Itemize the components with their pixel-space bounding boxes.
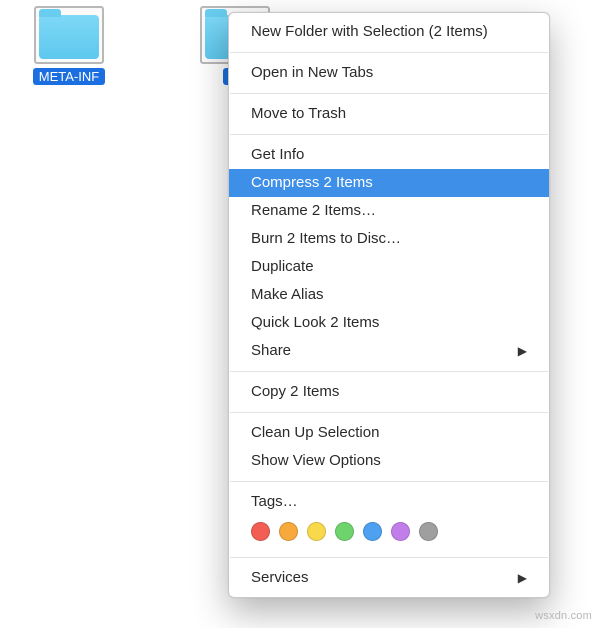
- menu-item-label: Quick Look 2 Items: [251, 313, 379, 333]
- tag-dot-icon[interactable]: [335, 522, 354, 541]
- menu-separator: [230, 52, 548, 53]
- chevron-right-icon: ▶: [518, 568, 527, 588]
- menu-item-label: Open in New Tabs: [251, 63, 373, 83]
- tag-dot-icon[interactable]: [391, 522, 410, 541]
- menu-item-label: Copy 2 Items: [251, 382, 339, 402]
- context-menu: New Folder with Selection (2 Items) Open …: [228, 12, 550, 598]
- menu-separator: [230, 93, 548, 94]
- menu-item-label: Move to Trash: [251, 104, 346, 124]
- menu-item[interactable]: Copy 2 Items: [229, 378, 549, 406]
- menu-item[interactable]: Rename 2 Items…: [229, 197, 549, 225]
- menu-item[interactable]: Clean Up Selection: [229, 419, 549, 447]
- tag-dot-icon[interactable]: [419, 522, 438, 541]
- tag-dot-icon[interactable]: [307, 522, 326, 541]
- menu-item-label: Compress 2 Items: [251, 173, 373, 193]
- menu-item[interactable]: Show View Options: [229, 447, 549, 475]
- menu-separator: [230, 134, 548, 135]
- menu-item-label: Show View Options: [251, 451, 381, 471]
- menu-separator: [230, 412, 548, 413]
- menu-item-label: Rename 2 Items…: [251, 201, 376, 221]
- folder-icon: [34, 6, 104, 64]
- folder-label: META-INF: [33, 68, 105, 85]
- menu-item[interactable]: Tags…: [229, 488, 549, 516]
- menu-item[interactable]: New Folder with Selection (2 Items): [229, 18, 549, 46]
- menu-item-label: Make Alias: [251, 285, 324, 305]
- menu-item-label: Services: [251, 568, 309, 588]
- menu-item[interactable]: Move to Trash: [229, 100, 549, 128]
- menu-separator: [230, 481, 548, 482]
- tag-dot-icon[interactable]: [251, 522, 270, 541]
- menu-item-label: Clean Up Selection: [251, 423, 379, 443]
- folder-item[interactable]: META-INF: [24, 6, 114, 85]
- tags-row: [229, 516, 549, 551]
- menu-item[interactable]: Burn 2 Items to Disc…: [229, 225, 549, 253]
- menu-item[interactable]: Compress 2 Items: [229, 169, 549, 197]
- watermark-text: wsxdn.com: [535, 610, 592, 622]
- menu-item[interactable]: Get Info: [229, 141, 549, 169]
- menu-item-label: Duplicate: [251, 257, 314, 277]
- menu-separator: [230, 557, 548, 558]
- menu-separator: [230, 371, 548, 372]
- chevron-right-icon: ▶: [518, 341, 527, 361]
- menu-item[interactable]: Services ▶: [229, 564, 549, 592]
- tag-dot-icon[interactable]: [363, 522, 382, 541]
- menu-item-label: Share: [251, 341, 291, 361]
- menu-item[interactable]: Make Alias: [229, 281, 549, 309]
- menu-item[interactable]: Duplicate: [229, 253, 549, 281]
- menu-item[interactable]: Share ▶: [229, 337, 549, 365]
- menu-item-label: New Folder with Selection (2 Items): [251, 22, 488, 42]
- menu-item[interactable]: Open in New Tabs: [229, 59, 549, 87]
- menu-item[interactable]: Quick Look 2 Items: [229, 309, 549, 337]
- menu-item-label: Burn 2 Items to Disc…: [251, 229, 401, 249]
- menu-item-label: Tags…: [251, 492, 298, 512]
- tag-dot-icon[interactable]: [279, 522, 298, 541]
- folder-icon-shape: [39, 15, 99, 59]
- menu-item-label: Get Info: [251, 145, 304, 165]
- finder-desktop: META-INF sy New Folder with Selection (2…: [0, 0, 600, 628]
